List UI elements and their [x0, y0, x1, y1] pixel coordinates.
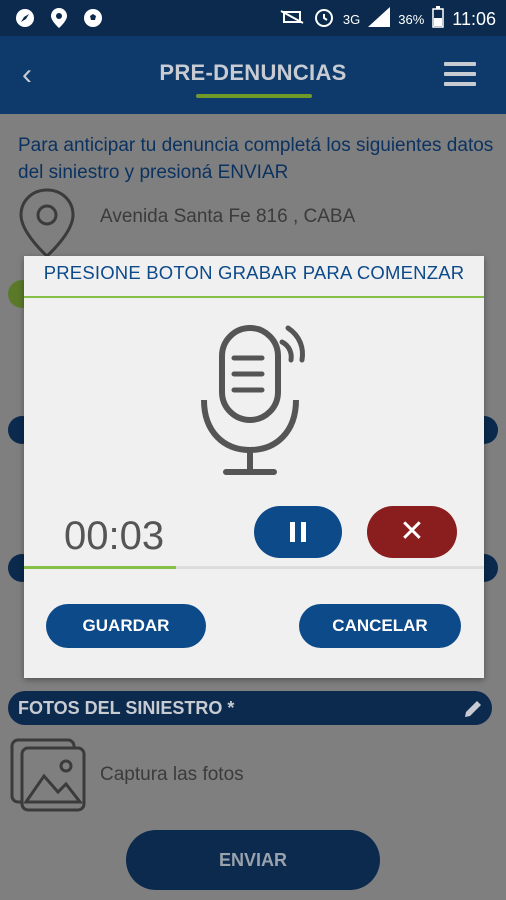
photos-section-title: FOTOS DEL SINIESTRO *: [18, 698, 235, 718]
intro-text: Para anticipar tu denuncia completá los …: [18, 135, 494, 183]
hamburger-menu-icon[interactable]: [444, 62, 476, 92]
photos-section-header: FOTOS DEL SINIESTRO *: [8, 691, 492, 725]
battery-level: 36%: [398, 12, 425, 27]
status-bar: 3G 36% 11:06: [0, 0, 506, 36]
signal-icon: [368, 7, 391, 32]
recording-progress-fill: [24, 566, 176, 569]
network-type: 3G: [342, 12, 361, 27]
dialog-title-divider: [24, 296, 484, 298]
recording-dialog: PRESIONE BOTON GRABAR PARA COMENZAR 00:0…: [24, 256, 484, 678]
battery-icon: [432, 6, 445, 33]
pause-button[interactable]: [254, 506, 342, 558]
photo-gallery-icon[interactable]: [8, 736, 88, 817]
save-button[interactable]: GUARDAR: [46, 604, 206, 648]
discard-recording-button[interactable]: ✕: [367, 506, 457, 558]
dialog-title: PRESIONE BOTON GRABAR PARA COMENZAR: [43, 262, 465, 283]
compass-icon: [14, 7, 36, 29]
app-bar: ‹ PRE-DENUNCIAS: [0, 36, 506, 114]
photos-caption: Captura las fotos: [100, 764, 244, 785]
close-icon: ✕: [399, 515, 425, 548]
recording-progress: [24, 566, 484, 569]
location-pin-icon: [48, 7, 70, 29]
page-title: PRE-DENUNCIAS: [159, 60, 347, 85]
alarm-icon: [313, 6, 335, 33]
cancel-button[interactable]: CANCELAR: [299, 604, 461, 648]
address-text[interactable]: Avenida Santa Fe 816 , CABA: [100, 206, 355, 228]
location-marker-icon: [18, 188, 76, 263]
microphone-icon: [196, 314, 316, 487]
soccer-ball-icon: [82, 7, 104, 29]
recording-timer: 00:03: [64, 514, 165, 558]
title-underline: [196, 94, 312, 98]
submit-button[interactable]: ENVIAR: [126, 830, 380, 890]
clock-time: 11:06: [452, 9, 496, 29]
mute-icon: [279, 8, 305, 31]
pencil-icon[interactable]: [462, 697, 484, 731]
